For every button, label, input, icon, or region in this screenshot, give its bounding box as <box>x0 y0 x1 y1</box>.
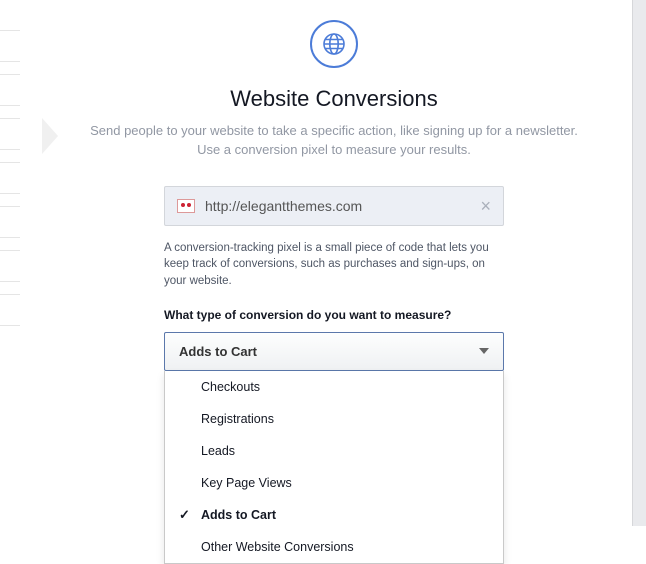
header-icon-wrap <box>40 20 628 68</box>
dropdown-option[interactable]: Checkouts <box>165 371 503 403</box>
page-subtitle: Send people to your website to take a sp… <box>84 122 584 160</box>
url-input-box[interactable]: http://elegantthemes.com × <box>164 186 504 226</box>
dropdown-option[interactable]: Key Page Views <box>165 467 503 499</box>
url-value: http://elegantthemes.com <box>205 198 470 214</box>
right-sidebar-edge <box>632 0 646 526</box>
dropdown-option[interactable]: Leads <box>165 435 503 467</box>
pixel-helper-text: A conversion-tracking pixel is a small p… <box>164 240 504 290</box>
dropdown-option[interactable]: Registrations <box>165 403 503 435</box>
page-title: Website Conversions <box>40 86 628 112</box>
conversion-type-dropdown[interactable]: Adds to Cart <box>164 332 504 371</box>
dropdown-selected-label: Adds to Cart <box>179 344 257 359</box>
clear-url-button[interactable]: × <box>480 197 491 215</box>
nav-pointer <box>42 118 58 154</box>
dropdown-option[interactable]: Other Website Conversions <box>165 531 503 563</box>
left-nav-stubs <box>0 30 20 338</box>
chevron-down-icon <box>479 348 489 354</box>
conversion-type-list: CheckoutsRegistrationsLeadsKey Page View… <box>164 371 504 564</box>
site-favicon <box>177 199 195 213</box>
globe-icon <box>310 20 358 68</box>
conversion-type-prompt: What type of conversion do you want to m… <box>164 308 504 322</box>
